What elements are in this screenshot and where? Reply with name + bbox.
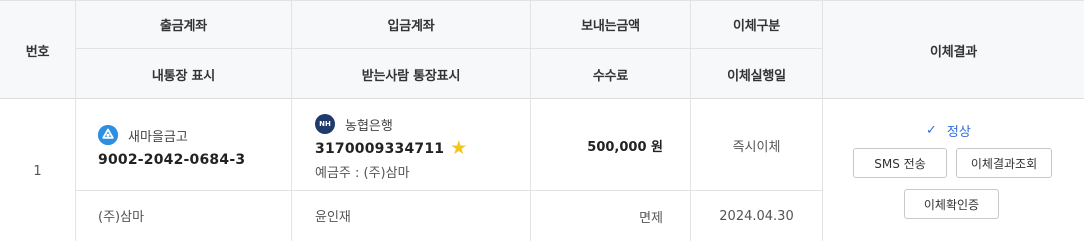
from-account-cell: 새마을금고 9002-2042-0684-3	[98, 125, 245, 168]
header-my-passbook-display: 내통장 표시	[151, 68, 216, 84]
header-execution-date: 이체실행일	[727, 68, 786, 84]
star-icon[interactable]: ★	[450, 139, 467, 158]
header-recipient-passbook-display: 받는사람 통장표시	[361, 68, 461, 84]
to-bank-name: 농협은행	[345, 118, 393, 134]
recipient-passbook-display: 윤인재	[315, 210, 351, 225]
nh-bank-logo-icon: NH	[315, 114, 335, 134]
transfer-result-lookup-button[interactable]: 이체결과조회	[956, 148, 1052, 178]
header-to-account: 입금계좌	[387, 19, 435, 34]
sms-send-button[interactable]: SMS 전송	[853, 148, 947, 178]
row-number: 1	[33, 163, 42, 179]
status-text: 정상	[946, 125, 971, 140]
header-from-account: 출금계좌	[159, 19, 208, 34]
to-account-number: 3170009334711	[315, 140, 445, 157]
transfer-amount: 500,000 원	[587, 140, 663, 155]
execution-date: 2024.04.30	[719, 208, 794, 224]
depositor-name: 예금주 : (주)삼마	[315, 166, 410, 181]
header-no: 번호	[25, 44, 50, 60]
header-amount: 보내는금액	[581, 19, 640, 34]
transfer-confirmation-button[interactable]: 이체확인증	[904, 189, 999, 219]
transfer-type: 즉시이체	[732, 139, 781, 155]
transfer-result-table: 번호 출금계좌 내통장 표시 입금계좌 받는사람 통장표시 보내는금액 수수료 …	[0, 0, 1084, 241]
header-fee: 수수료	[592, 68, 629, 84]
to-account-cell: NH 농협은행 3170009334711 ★ 예금주 : (주)삼마	[315, 114, 467, 181]
mg-bank-logo-icon	[98, 125, 118, 145]
header-result: 이체결과	[929, 44, 978, 60]
check-icon: ✓	[926, 123, 937, 138]
my-passbook-display: (주)삼마	[98, 210, 145, 225]
transfer-fee: 면제	[639, 211, 663, 226]
nh-badge-text: NH	[319, 120, 331, 128]
header-transfer-type: 이체구분	[732, 19, 781, 34]
transfer-status: ✓ 정상	[926, 121, 971, 140]
from-bank-name: 새마을금고	[128, 129, 188, 145]
from-account-number: 9002-2042-0684-3	[98, 152, 246, 168]
